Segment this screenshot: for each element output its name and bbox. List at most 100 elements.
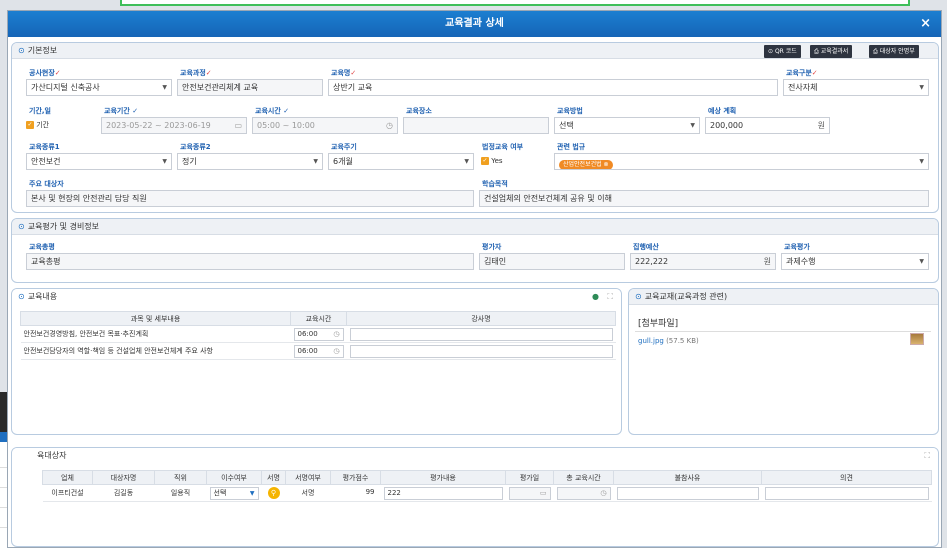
col-score: 평가점수 bbox=[330, 470, 381, 485]
result-report-button[interactable]: ⎙ 교육결과서 bbox=[810, 45, 853, 58]
site-label: 공사현장✓ bbox=[29, 69, 61, 77]
evaluation-panel: ⊙ 교육평가 및 경비정보 교육총평 교육총평 평가자 김태인 집행예산 222,… bbox=[11, 218, 939, 283]
info-circle-icon: ⊙ bbox=[18, 46, 25, 55]
table-row: 이프티건설 김길동 일용직 선택 ▼ ⚲ 서명 99 222 ▭ ◷ bbox=[42, 484, 932, 502]
site-select[interactable]: 가산디지털 신축공사 ▼ bbox=[26, 79, 172, 96]
printer-icon: ⎙ bbox=[814, 48, 821, 55]
info-circle-icon: ⊙ bbox=[18, 292, 25, 301]
content-header: ⊙ 교육내용 ● ⛶ bbox=[12, 289, 621, 305]
cycle-label: 교육주기 bbox=[331, 143, 357, 151]
col-name: 대상자명 bbox=[92, 470, 155, 485]
period-option-checkbox[interactable]: ✓ 기간 bbox=[26, 120, 49, 130]
method-select[interactable]: 선택 ▼ bbox=[554, 117, 700, 134]
overall-input[interactable]: 교육총평 bbox=[26, 253, 474, 270]
cost-input[interactable]: 200,000 원 bbox=[705, 117, 830, 134]
col-time: 교육시간 bbox=[290, 311, 347, 326]
col-status: 이수여부 bbox=[206, 470, 262, 485]
kind1-select[interactable]: 안전보건 ▼ bbox=[26, 153, 172, 170]
table-row: 안전보건담당자의 역할·책임 등 건설업체 안전보건체계 주요 사항 06:00… bbox=[20, 342, 616, 360]
chevron-down-icon: ▼ bbox=[690, 122, 695, 129]
info-circle-icon: ⊙ bbox=[635, 292, 642, 301]
target-roster-button[interactable]: ⎙ 대상자 안명부 bbox=[869, 45, 919, 58]
attachment-file-link[interactable]: gull.jpg (57.5 KB) bbox=[638, 337, 699, 345]
image-thumbnail-icon[interactable] bbox=[910, 333, 924, 345]
method-label: 교육방법 bbox=[557, 107, 583, 115]
signed-cell: 서명 bbox=[285, 484, 331, 502]
target-input[interactable]: 본사 및 현장의 안전관리 담당 직원 bbox=[26, 190, 474, 207]
info-circle-icon: ⊙ bbox=[18, 222, 25, 231]
goal-input[interactable]: 건설업체의 안전보건체계 공유 및 이해 bbox=[479, 190, 929, 207]
target-label: 주요 대상자 bbox=[29, 180, 64, 188]
date-input[interactable]: ▭ bbox=[508, 486, 551, 500]
hours-input[interactable]: ◷ bbox=[556, 486, 611, 500]
status-select[interactable]: 선택 ▼ bbox=[209, 486, 259, 500]
col-comment: 평가내용 bbox=[380, 470, 506, 485]
col-teacher: 강사명 bbox=[346, 311, 616, 326]
cycle-select[interactable]: 6개월 ▼ bbox=[328, 153, 474, 170]
teacher-input[interactable] bbox=[349, 344, 613, 358]
place-input[interactable] bbox=[403, 117, 549, 134]
qr-code-button[interactable]: ⊙ QR 코드 bbox=[764, 45, 801, 58]
law-select[interactable]: 산업안전보건법 ⊗ ▼ bbox=[554, 153, 929, 170]
modal-header: 교육결과 상세 × bbox=[8, 11, 941, 37]
name-label: 교육명✓ bbox=[331, 69, 357, 77]
section-title: 기본정보 bbox=[27, 46, 58, 55]
chevron-down-icon: ▼ bbox=[464, 158, 469, 165]
name-input[interactable]: 상반기 교육 bbox=[328, 79, 778, 96]
content-table: 과목 및 세부내용 교육시간 강사명 안전보건경영방침, 안전보건 목표·추진계… bbox=[20, 311, 616, 360]
kind2-select[interactable]: 정기 ▼ bbox=[177, 153, 323, 170]
table-row: 안전보건경영방침, 안전보건 목표·추진계획 06:00 ◷ bbox=[20, 325, 616, 343]
check-icon: ✓ bbox=[481, 157, 489, 165]
expand-icon[interactable]: ⛶ bbox=[607, 289, 613, 305]
subject-cell: 안전보건담당자의 역할·책임 등 건설업체 안전보건체계 주요 사항 bbox=[20, 342, 291, 360]
close-icon[interactable]: × bbox=[920, 11, 931, 37]
score-input[interactable]: 99 bbox=[334, 487, 378, 500]
calendar-icon: ▭ bbox=[539, 488, 547, 497]
col-sign: 서명 bbox=[261, 470, 286, 485]
modal-title: 교육결과 상세 bbox=[445, 18, 504, 29]
chevron-down-icon: ▼ bbox=[162, 84, 167, 91]
legal-checkbox[interactable]: ✓ Yes bbox=[481, 157, 503, 165]
course-label: 교육과정✓ bbox=[180, 69, 212, 77]
col-signed: 서명여부 bbox=[285, 470, 331, 485]
clock-icon: ◷ bbox=[386, 121, 393, 130]
place-label: 교육장소 bbox=[406, 107, 432, 115]
budget-label: 집행예산 bbox=[633, 243, 659, 251]
calendar-icon: ▭ bbox=[234, 121, 242, 130]
evaluator-input[interactable]: 김태인 bbox=[479, 253, 625, 270]
cost-label: 예상 계획 bbox=[708, 107, 737, 115]
education-result-modal: 교육결과 상세 × ⊙ 기본정보 ⊙ QR 코드 ⎙ 교육결과서 ⎙ 대상자 안명… bbox=[7, 10, 942, 548]
budget-input[interactable]: 222,222 원 bbox=[630, 253, 776, 270]
attendees-panel: 육대상자 ⛶ 업체 대상자명 직위 이수여부 서명 서명여부 평가점수 평가내용… bbox=[11, 447, 939, 547]
opinion-input[interactable] bbox=[764, 486, 929, 500]
reason-input[interactable] bbox=[616, 486, 759, 500]
teacher-input[interactable] bbox=[349, 327, 613, 341]
overall-label: 교육총평 bbox=[29, 243, 55, 251]
chevron-down-icon: ▼ bbox=[313, 158, 318, 165]
time-input[interactable]: 06:00 ◷ bbox=[293, 344, 344, 358]
attendees-table: 업체 대상자명 직위 이수여부 서명 서명여부 평가점수 평가내용 평가일 총 … bbox=[42, 470, 932, 502]
period-input[interactable]: 2023-05-22 ~ 2023-06-19 ▭ bbox=[101, 117, 247, 134]
col-date: 평가일 bbox=[505, 470, 554, 485]
check-icon: ✓ bbox=[26, 121, 34, 129]
material-panel: ⊙ 교육교재(교육과정 관련) [첨부파일] gull.jpg (57.5 KB) bbox=[628, 288, 939, 435]
comment-input[interactable]: 222 bbox=[383, 486, 503, 500]
time-input[interactable]: 06:00 ◷ bbox=[293, 327, 344, 341]
time-input[interactable]: 05:00 ~ 10:00 ◷ bbox=[252, 117, 398, 134]
grade-select[interactable]: 과제수행 ▼ bbox=[781, 253, 929, 270]
clock-icon: ◷ bbox=[333, 329, 340, 338]
content-panel: ⊙ 교육내용 ● ⛶ 과목 및 세부내용 교육시간 강사명 안전보건경영방침, 안… bbox=[11, 288, 622, 435]
col-subject: 과목 및 세부내용 bbox=[20, 311, 291, 326]
attendees-header: 육대상자 ⛶ bbox=[12, 448, 938, 464]
expand-icon[interactable]: ⛶ bbox=[924, 448, 930, 464]
type-select[interactable]: 전사자체 ▼ bbox=[783, 79, 929, 96]
search-icon[interactable]: ⚲ bbox=[267, 487, 280, 499]
kind1-label: 교육종류1 bbox=[29, 143, 60, 151]
course-field[interactable]: 안전보건관리체계 교육 bbox=[177, 79, 323, 96]
excel-icon[interactable]: ● bbox=[592, 289, 599, 305]
evaluation-header: ⊙ 교육평가 및 경비정보 bbox=[12, 219, 938, 235]
subject-cell: 안전보건경영방침, 안전보건 목표·추진계획 bbox=[20, 325, 291, 343]
col-position: 직위 bbox=[154, 470, 207, 485]
goal-label: 학습목적 bbox=[482, 180, 508, 188]
law-tag: 산업안전보건법 ⊗ bbox=[559, 160, 613, 169]
